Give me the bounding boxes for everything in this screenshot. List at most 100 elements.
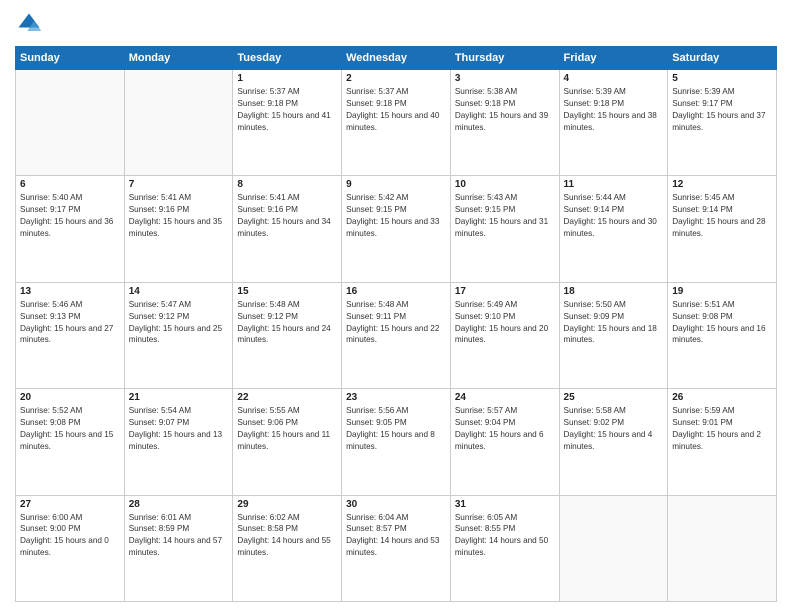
page: SundayMondayTuesdayWednesdayThursdayFrid… <box>0 0 792 612</box>
day-number: 17 <box>455 286 555 297</box>
day-number: 2 <box>346 73 446 84</box>
calendar-cell <box>16 70 125 176</box>
day-info: Sunrise: 5:39 AMSunset: 9:17 PMDaylight:… <box>672 86 772 134</box>
day-number: 18 <box>564 286 664 297</box>
calendar-cell: 15Sunrise: 5:48 AMSunset: 9:12 PMDayligh… <box>233 282 342 388</box>
calendar-cell: 8 Sunrise: 5:41 AMSunset: 9:16 PMDaylight… <box>233 176 342 282</box>
week-row-3: 13 Sunrise: 5:46 AMSunset: 9:13 PMDayligh… <box>16 282 777 388</box>
day-info: Sunrise: 5:39 AMSunset: 9:18 PMDaylight:… <box>564 86 664 134</box>
calendar-cell <box>668 495 777 601</box>
calendar-cell: 13 Sunrise: 5:46 AMSunset: 9:13 PMDayligh… <box>16 282 125 388</box>
day-info: Sunrise: 5:47 AMSunset: 9:12 PMDaylight:… <box>129 299 229 347</box>
calendar-cell: 25 Sunrise: 5:58 AMSunset: 9:02 PMDayligh… <box>559 389 668 495</box>
weekday-header-saturday: Saturday <box>668 47 777 70</box>
day-info: Sunrise: 5:44 AMSunset: 9:14 PMDaylight:… <box>564 192 664 240</box>
day-info: Sunrise: 5:46 AMSunset: 9:13 PMDaylight:… <box>20 299 120 347</box>
day-info: Sunrise: 5:50 AMSunset: 9:09 PMDaylight:… <box>564 299 664 347</box>
calendar-cell: 27 Sunrise: 6:00 AMSunset: 9:00 PMDayligh… <box>16 495 125 601</box>
day-info: Sunrise: 5:49 AMSunset: 9:10 PMDaylight:… <box>455 299 555 347</box>
day-number: 14 <box>129 286 229 297</box>
day-number: 28 <box>129 499 229 510</box>
weekday-header-thursday: Thursday <box>450 47 559 70</box>
day-info: Sunrise: 6:02 AMSunset: 8:58 PMDaylight:… <box>237 512 337 560</box>
calendar-cell: 31Sunrise: 6:05 AMSunset: 8:55 PMDayligh… <box>450 495 559 601</box>
calendar-cell: 1Sunrise: 5:37 AMSunset: 9:18 PMDaylight… <box>233 70 342 176</box>
day-number: 5 <box>672 73 772 84</box>
day-number: 8 <box>237 179 337 190</box>
day-info: Sunrise: 5:52 AMSunset: 9:08 PMDaylight:… <box>20 405 120 453</box>
calendar-cell: 30 Sunrise: 6:04 AMSunset: 8:57 PMDayligh… <box>342 495 451 601</box>
day-info: Sunrise: 5:45 AMSunset: 9:14 PMDaylight:… <box>672 192 772 240</box>
day-number: 26 <box>672 392 772 403</box>
day-info: Sunrise: 5:54 AMSunset: 9:07 PMDaylight:… <box>129 405 229 453</box>
day-number: 3 <box>455 73 555 84</box>
calendar-cell: 29 Sunrise: 6:02 AMSunset: 8:58 PMDayligh… <box>233 495 342 601</box>
day-number: 19 <box>672 286 772 297</box>
week-row-4: 20 Sunrise: 5:52 AMSunset: 9:08 PMDayligh… <box>16 389 777 495</box>
day-number: 6 <box>20 179 120 190</box>
weekday-header-row: SundayMondayTuesdayWednesdayThursdayFrid… <box>16 47 777 70</box>
calendar-cell: 11 Sunrise: 5:44 AMSunset: 9:14 PMDayligh… <box>559 176 668 282</box>
week-row-5: 27 Sunrise: 6:00 AMSunset: 9:00 PMDayligh… <box>16 495 777 601</box>
week-row-1: 1Sunrise: 5:37 AMSunset: 9:18 PMDaylight… <box>16 70 777 176</box>
calendar-cell: 24 Sunrise: 5:57 AMSunset: 9:04 PMDayligh… <box>450 389 559 495</box>
calendar-cell: 19 Sunrise: 5:51 AMSunset: 9:08 PMDayligh… <box>668 282 777 388</box>
day-number: 16 <box>346 286 446 297</box>
day-number: 27 <box>20 499 120 510</box>
weekday-header-tuesday: Tuesday <box>233 47 342 70</box>
day-info: Sunrise: 5:37 AMSunset: 9:18 PMDaylight:… <box>237 86 337 134</box>
calendar-cell: 2 Sunrise: 5:37 AMSunset: 9:18 PMDaylight… <box>342 70 451 176</box>
calendar-cell: 5 Sunrise: 5:39 AMSunset: 9:17 PMDaylight… <box>668 70 777 176</box>
day-info: Sunrise: 5:48 AMSunset: 9:11 PMDaylight:… <box>346 299 446 347</box>
header <box>15 10 777 38</box>
day-info: Sunrise: 5:59 AMSunset: 9:01 PMDaylight:… <box>672 405 772 453</box>
calendar-cell: 20 Sunrise: 5:52 AMSunset: 9:08 PMDayligh… <box>16 389 125 495</box>
day-info: Sunrise: 6:04 AMSunset: 8:57 PMDaylight:… <box>346 512 446 560</box>
logo <box>15 10 47 38</box>
day-number: 22 <box>237 392 337 403</box>
day-info: Sunrise: 5:42 AMSunset: 9:15 PMDaylight:… <box>346 192 446 240</box>
weekday-header-wednesday: Wednesday <box>342 47 451 70</box>
day-number: 9 <box>346 179 446 190</box>
calendar-cell: 23Sunrise: 5:56 AMSunset: 9:05 PMDayligh… <box>342 389 451 495</box>
weekday-header-monday: Monday <box>124 47 233 70</box>
calendar-cell: 28 Sunrise: 6:01 AMSunset: 8:59 PMDayligh… <box>124 495 233 601</box>
calendar-cell: 4Sunrise: 5:39 AMSunset: 9:18 PMDaylight… <box>559 70 668 176</box>
day-number: 30 <box>346 499 446 510</box>
day-number: 31 <box>455 499 555 510</box>
day-info: Sunrise: 5:58 AMSunset: 9:02 PMDaylight:… <box>564 405 664 453</box>
day-number: 25 <box>564 392 664 403</box>
day-number: 24 <box>455 392 555 403</box>
calendar-cell: 10 Sunrise: 5:43 AMSunset: 9:15 PMDayligh… <box>450 176 559 282</box>
day-info: Sunrise: 5:40 AMSunset: 9:17 PMDaylight:… <box>20 192 120 240</box>
calendar-cell: 22 Sunrise: 5:55 AMSunset: 9:06 PMDayligh… <box>233 389 342 495</box>
day-number: 23 <box>346 392 446 403</box>
day-number: 11 <box>564 179 664 190</box>
calendar-cell: 21 Sunrise: 5:54 AMSunset: 9:07 PMDayligh… <box>124 389 233 495</box>
day-info: Sunrise: 6:00 AMSunset: 9:00 PMDaylight:… <box>20 512 120 560</box>
day-info: Sunrise: 5:51 AMSunset: 9:08 PMDaylight:… <box>672 299 772 347</box>
day-number: 21 <box>129 392 229 403</box>
calendar-cell: 17 Sunrise: 5:49 AMSunset: 9:10 PMDayligh… <box>450 282 559 388</box>
day-info: Sunrise: 5:57 AMSunset: 9:04 PMDaylight:… <box>455 405 555 453</box>
day-info: Sunrise: 5:43 AMSunset: 9:15 PMDaylight:… <box>455 192 555 240</box>
day-info: Sunrise: 5:55 AMSunset: 9:06 PMDaylight:… <box>237 405 337 453</box>
day-number: 10 <box>455 179 555 190</box>
calendar-cell <box>124 70 233 176</box>
weekday-header-sunday: Sunday <box>16 47 125 70</box>
day-info: Sunrise: 5:41 AMSunset: 9:16 PMDaylight:… <box>237 192 337 240</box>
logo-icon <box>15 10 43 38</box>
day-info: Sunrise: 5:37 AMSunset: 9:18 PMDaylight:… <box>346 86 446 134</box>
calendar-cell: 12Sunrise: 5:45 AMSunset: 9:14 PMDayligh… <box>668 176 777 282</box>
day-info: Sunrise: 6:01 AMSunset: 8:59 PMDaylight:… <box>129 512 229 560</box>
day-number: 29 <box>237 499 337 510</box>
day-number: 7 <box>129 179 229 190</box>
day-info: Sunrise: 5:48 AMSunset: 9:12 PMDaylight:… <box>237 299 337 347</box>
calendar-cell: 16 Sunrise: 5:48 AMSunset: 9:11 PMDayligh… <box>342 282 451 388</box>
day-number: 20 <box>20 392 120 403</box>
calendar-cell: 14 Sunrise: 5:47 AMSunset: 9:12 PMDayligh… <box>124 282 233 388</box>
day-number: 13 <box>20 286 120 297</box>
week-row-2: 6 Sunrise: 5:40 AMSunset: 9:17 PMDaylight… <box>16 176 777 282</box>
calendar-cell: 6 Sunrise: 5:40 AMSunset: 9:17 PMDaylight… <box>16 176 125 282</box>
calendar-table: SundayMondayTuesdayWednesdayThursdayFrid… <box>15 46 777 602</box>
